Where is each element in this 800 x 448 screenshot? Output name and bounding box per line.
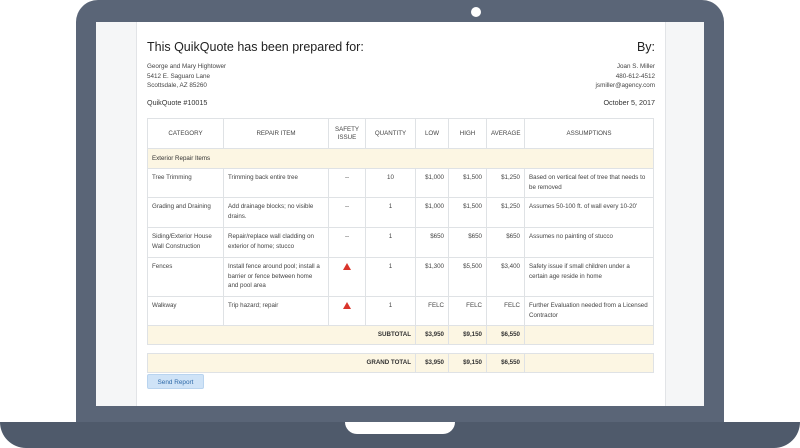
table-row: Siding/Exterior House Wall Construction …: [147, 227, 654, 258]
cell-quantity: 1: [365, 257, 416, 297]
header-quantity: QUANTITY: [365, 118, 416, 149]
cell-quantity: 1: [365, 296, 416, 326]
cell-category: Fences: [147, 257, 224, 297]
cell-quantity: 1: [365, 197, 416, 228]
grand-total-row: GRAND TOTAL $3,950 $9,150 $6,550: [147, 353, 654, 373]
client-city: Scottsdale, AZ 85260: [147, 82, 207, 90]
by-heading: By:: [636, 40, 655, 54]
cell-low: $1,300: [415, 257, 449, 297]
webcam-icon: [471, 7, 481, 17]
cell-safety: --: [328, 168, 366, 198]
group-row: Exterior Repair Items: [147, 148, 654, 169]
subtotal-empty: [524, 325, 654, 345]
header-safety-issue: SAFETY ISSUE: [328, 118, 366, 149]
grand-total-average: $6,550: [486, 353, 525, 373]
cell-average: $1,250: [486, 168, 525, 198]
cell-average: FELC: [486, 296, 525, 326]
subtotal-label: SUBTOTAL: [147, 325, 416, 345]
header-assumptions: ASSUMPTIONS: [524, 118, 654, 149]
agent-phone: 480-612-4512: [615, 72, 655, 80]
cell-average: $1,250: [486, 197, 525, 228]
cell-assumptions: Assumes no painting of stucco: [524, 227, 654, 258]
cell-assumptions: Assumes 50-100 ft. of wall every 10-20': [524, 197, 654, 228]
cell-safety: [328, 257, 366, 297]
cell-repair-item: Add drainage blocks; no visible drains.: [223, 197, 329, 228]
cell-assumptions: Further Evaluation needed from a License…: [524, 296, 654, 326]
cell-high: $1,500: [448, 168, 487, 198]
header-safety-line2: ISSUE: [337, 133, 357, 141]
cell-high: $5,500: [448, 257, 487, 297]
quote-date: October 5, 2017: [603, 98, 655, 107]
client-name: George and Mary Hightower: [147, 63, 227, 70]
client-street: 5412 E. Saguaro Lane: [147, 72, 211, 80]
cell-safety: [328, 296, 366, 326]
cell-repair-item: Install fence around pool; install a bar…: [223, 257, 329, 297]
header-average: AVERAGE: [486, 118, 525, 149]
group-label: Exterior Repair Items: [147, 148, 654, 169]
table-row: Tree Trimming Trimming back entire tree …: [147, 168, 654, 198]
subtotal-average: $6,550: [486, 325, 525, 345]
agent-name: Joan S. Miller: [616, 63, 655, 70]
quote-number: QuikQuote #10015: [147, 98, 208, 107]
agent-contact: Joan S. Miller 480-612-4512 jsmiller@age…: [596, 62, 655, 91]
subtotal-low: $3,950: [415, 325, 449, 345]
subtotal-high: $9,150: [448, 325, 487, 345]
grand-total-empty: [524, 353, 654, 373]
prepared-for-heading: This QuikQuote has been prepared for:: [147, 40, 364, 54]
cell-repair-item: Trip hazard; repair: [223, 296, 329, 326]
cell-low: $1,000: [415, 197, 449, 228]
grand-total-low: $3,950: [415, 353, 449, 373]
cell-low: $650: [415, 227, 449, 258]
client-address: George and Mary Hightower 5412 E. Saguar…: [147, 62, 226, 91]
cell-category: Walkway: [147, 296, 224, 326]
header-high: HIGH: [448, 118, 487, 149]
cell-high: $650: [448, 227, 487, 258]
cell-quantity: 10: [365, 168, 416, 198]
cell-repair-item: Repair/replace wall cladding on exterior…: [223, 227, 329, 258]
cell-low: $1,000: [415, 168, 449, 198]
cell-assumptions: Safety issue if small children under a c…: [524, 257, 654, 297]
header-repair-item: REPAIR ITEM: [223, 118, 329, 149]
warning-icon: [343, 263, 351, 270]
cell-average: $3,400: [486, 257, 525, 297]
cell-repair-item: Trimming back entire tree: [223, 168, 329, 198]
grand-total-label: GRAND TOTAL: [147, 353, 416, 373]
cell-average: $650: [486, 227, 525, 258]
header-category: CATEGORY: [147, 118, 224, 149]
quote-document: This QuikQuote has been prepared for: By…: [136, 22, 666, 406]
cell-safety: --: [328, 227, 366, 258]
laptop-notch: [345, 422, 455, 434]
agent-email[interactable]: jsmiller@agency.com: [596, 81, 655, 91]
warning-icon: [343, 302, 351, 309]
cell-category: Grading and Draining: [147, 197, 224, 228]
cell-high: $1,500: [448, 197, 487, 228]
spacer-cell: [147, 344, 654, 354]
quote-table: CATEGORY REPAIR ITEM SAFETY ISSUE QUANTIT…: [147, 118, 654, 373]
spacer-row: [147, 344, 654, 354]
cell-category: Tree Trimming: [147, 168, 224, 198]
table-row: Fences Install fence around pool; instal…: [147, 257, 654, 297]
header-safety-line1: SAFETY: [334, 125, 360, 133]
cell-category: Siding/Exterior House Wall Construction: [147, 227, 224, 258]
cell-low: FELC: [415, 296, 449, 326]
subtotal-row: SUBTOTAL $3,950 $9,150 $6,550: [147, 325, 654, 345]
laptop-screen: This QuikQuote has been prepared for: By…: [96, 22, 704, 406]
table-row: Walkway Trip hazard; repair 1 FELC FELC …: [147, 296, 654, 326]
cell-assumptions: Based on vertical feet of tree that need…: [524, 168, 654, 198]
cell-quantity: 1: [365, 227, 416, 258]
send-report-button[interactable]: Send Report: [147, 374, 204, 389]
cell-safety: --: [328, 197, 366, 228]
cell-high: FELC: [448, 296, 487, 326]
table-row: Grading and Draining Add drainage blocks…: [147, 197, 654, 228]
header-low: LOW: [415, 118, 449, 149]
table-header-row: CATEGORY REPAIR ITEM SAFETY ISSUE QUANTIT…: [147, 118, 654, 149]
grand-total-high: $9,150: [448, 353, 487, 373]
